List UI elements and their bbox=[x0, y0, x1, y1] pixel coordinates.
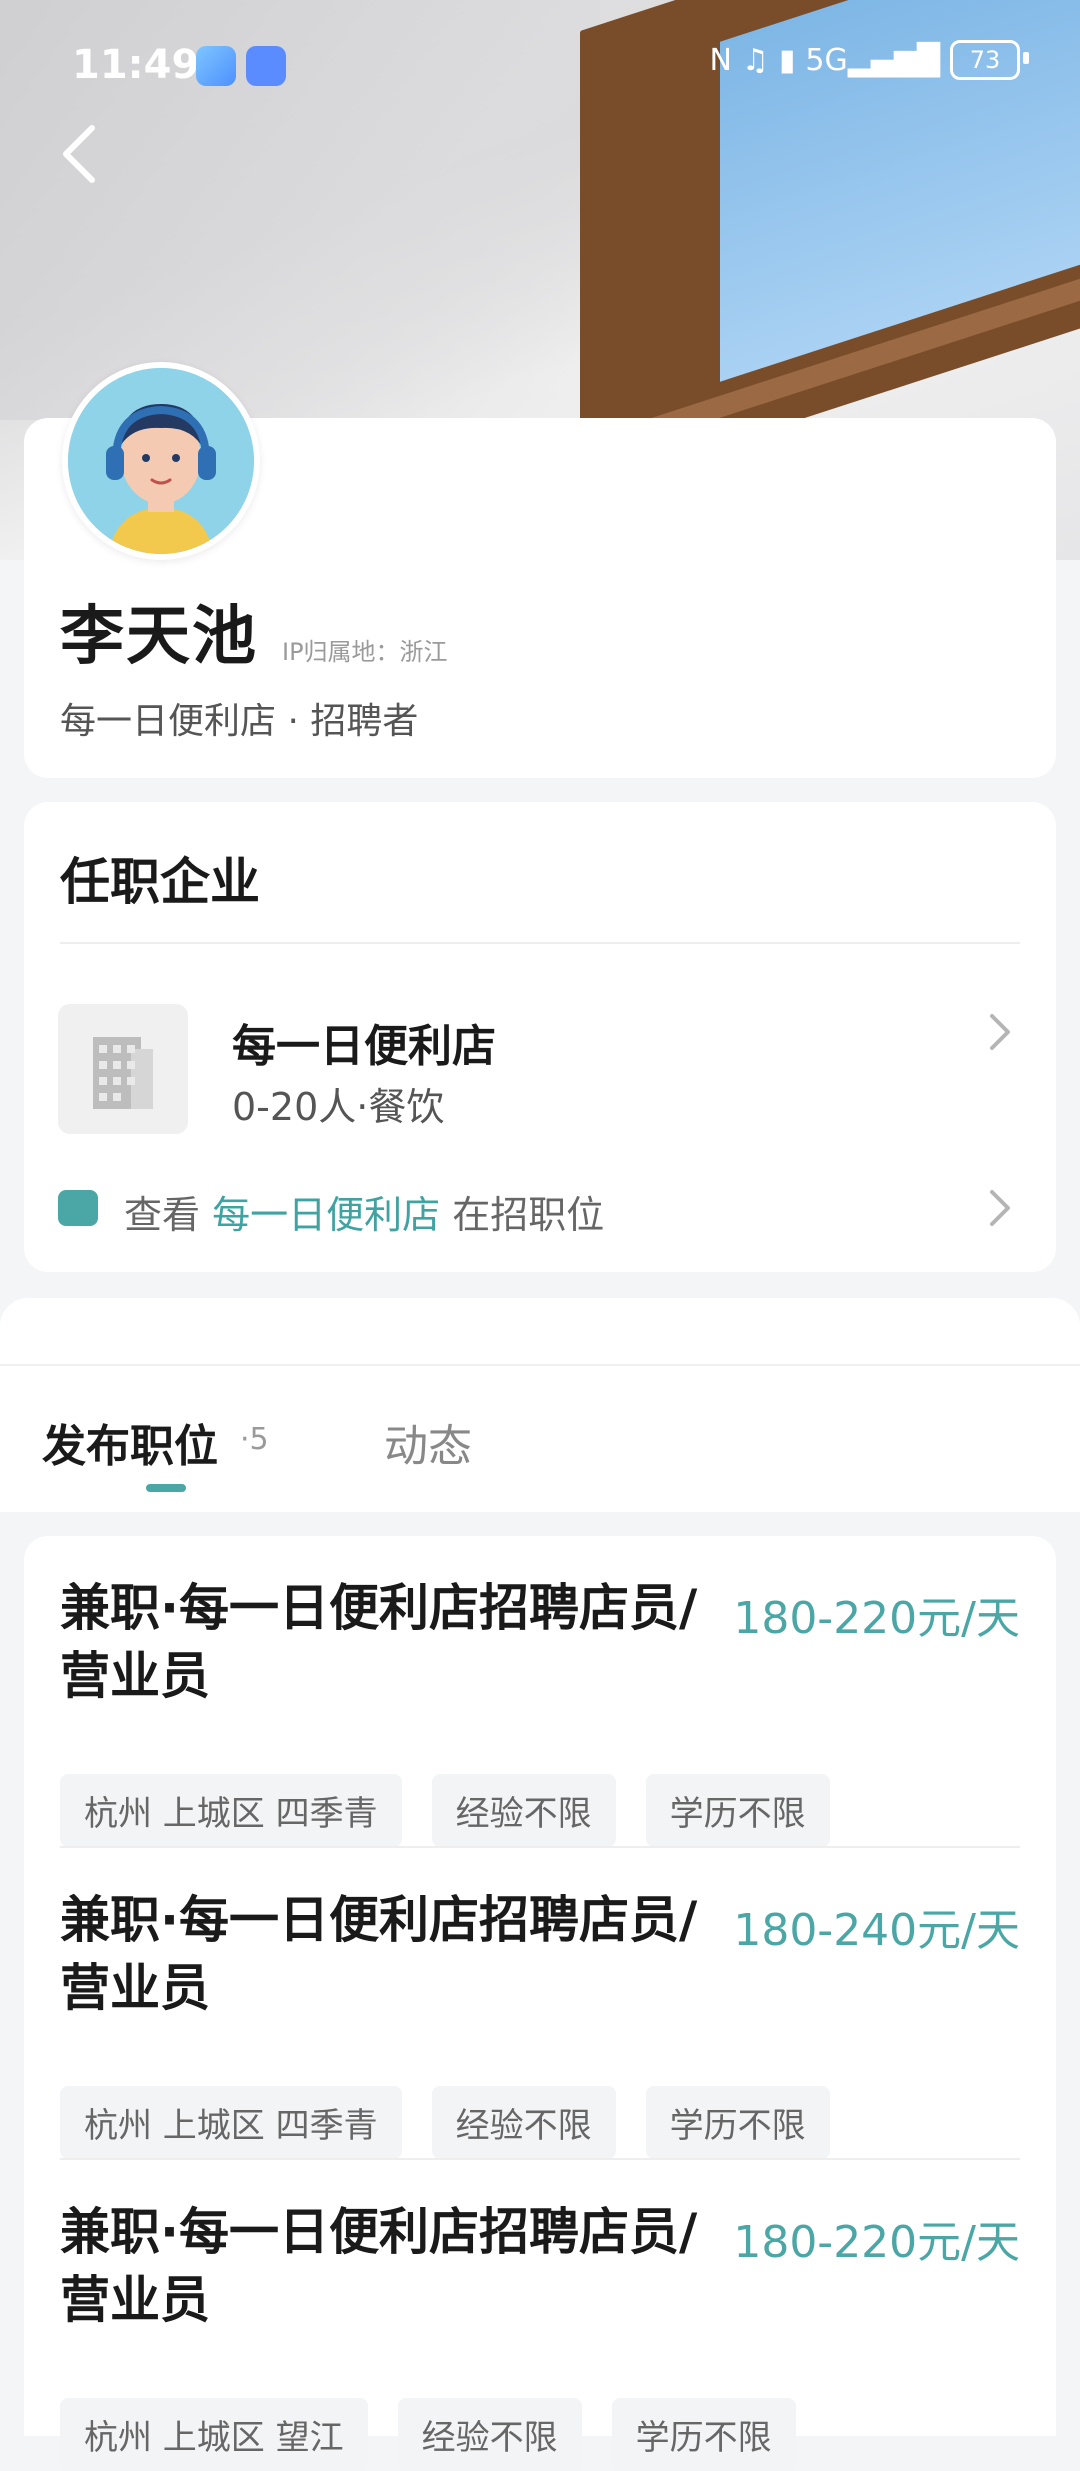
divider bbox=[60, 1846, 1020, 1848]
tab-posted-jobs-count: ·5 bbox=[240, 1422, 269, 1457]
avatar-illustration bbox=[68, 368, 254, 554]
system-icons: N ♫ ▮ 5G▂▄▆█ 73 bbox=[709, 40, 1029, 80]
company-logo bbox=[58, 1004, 188, 1134]
tab-indicator bbox=[146, 1484, 186, 1492]
chevron-right-icon bbox=[990, 1014, 1010, 1050]
job-item[interactable]: 兼职·每一日便利店招聘店员/营业员 180-240元/天 杭州 上城区 四季青 … bbox=[60, 1886, 1020, 2159]
back-arrow-icon[interactable] bbox=[60, 124, 100, 184]
job-tag-location: 杭州 上城区 四季青 bbox=[60, 2086, 402, 2159]
building-icon bbox=[93, 1037, 153, 1109]
notification-icons bbox=[196, 46, 286, 86]
view-company-highlight: 每一日便利店 bbox=[212, 1193, 441, 1237]
job-tag-education: 学历不限 bbox=[645, 2086, 830, 2159]
job-tag-location: 杭州 上城区 望江 bbox=[60, 2398, 368, 2471]
company-meta: 0-20人·餐饮 bbox=[232, 1085, 445, 1129]
job-tags: 杭州 上城区 四季青 经验不限 学历不限 bbox=[60, 1774, 830, 1847]
profile-name: 李天池 bbox=[60, 600, 258, 674]
divider bbox=[60, 942, 1020, 944]
job-title: 兼职·每一日便利店招聘店员/营业员 bbox=[60, 1579, 698, 1705]
weather-icon bbox=[196, 46, 236, 86]
tab-activity[interactable]: 动态 bbox=[384, 1410, 472, 1474]
chevron-right-icon bbox=[990, 1190, 1010, 1226]
job-title: 兼职·每一日便利店招聘店员/营业员 bbox=[60, 2203, 698, 2329]
tab-posted-jobs[interactable]: 发布职位 bbox=[42, 1410, 218, 1474]
divider bbox=[60, 2158, 1020, 2160]
job-salary: 180-220元/天 bbox=[733, 1593, 1020, 1644]
job-item[interactable]: 兼职·每一日便利店招聘店员/营业员 180-220元/天 杭州 上城区 四季青 … bbox=[60, 1574, 1020, 1847]
jobs-list: 兼职·每一日便利店招聘店员/营业员 180-220元/天 杭州 上城区 四季青 … bbox=[24, 1536, 1056, 2471]
job-salary: 180-220元/天 bbox=[733, 2217, 1020, 2268]
battery-icon: 73 bbox=[950, 40, 1029, 80]
job-tag-experience: 经验不限 bbox=[397, 2398, 582, 2471]
job-tag-location: 杭州 上城区 四季青 bbox=[60, 1774, 402, 1847]
briefcase-icon bbox=[58, 1190, 98, 1226]
job-title: 兼职·每一日便利店招聘店员/营业员 bbox=[60, 1891, 698, 2017]
job-tags: 杭州 上城区 四季青 经验不限 学历不限 bbox=[60, 2086, 830, 2159]
nfc-icon: N bbox=[709, 42, 732, 78]
job-item[interactable]: 兼职·每一日便利店招聘店员/营业员 180-220元/天 杭州 上城区 望江 经… bbox=[60, 2198, 1020, 2471]
ip-location: IP归属地：浙江 bbox=[282, 638, 448, 666]
signal-5g-icon: 5G▂▄▆█ bbox=[805, 42, 940, 78]
job-salary: 180-240元/天 bbox=[733, 1905, 1020, 1956]
profile-role: 每一日便利店 · 招聘者 bbox=[60, 701, 419, 742]
section-title-company: 任职企业 bbox=[60, 853, 260, 911]
company-name: 每一日便利店 bbox=[232, 1021, 496, 1072]
battery-small-icon: ▮ bbox=[778, 42, 796, 78]
view-prefix: 查看 bbox=[124, 1193, 201, 1237]
job-tags: 杭州 上城区 望江 经验不限 学历不限 bbox=[60, 2398, 796, 2471]
view-suffix: 在招职位 bbox=[452, 1193, 605, 1237]
job-tag-experience: 经验不限 bbox=[431, 2086, 616, 2159]
tabs-bar: 发布职位 ·5 动态 bbox=[0, 1298, 1080, 1512]
status-bar: 11:49 N ♫ ▮ 5G▂▄▆█ 73 bbox=[0, 0, 1080, 130]
status-time: 11:49 bbox=[72, 42, 200, 88]
message-icon bbox=[246, 46, 286, 86]
headphones-icon: ♫ bbox=[741, 42, 769, 78]
job-tag-education: 学历不限 bbox=[611, 2398, 796, 2471]
job-tag-education: 学历不限 bbox=[645, 1774, 830, 1847]
avatar[interactable] bbox=[62, 362, 260, 560]
divider bbox=[0, 1364, 1080, 1366]
view-jobs-text: 查看 每一日便利店 在招职位 bbox=[124, 1184, 604, 1239]
company-card: 任职企业 每一日便利店 0-20人·餐饮 查看 每一日便利店 在招职位 bbox=[24, 802, 1056, 1272]
job-tag-experience: 经验不限 bbox=[431, 1774, 616, 1847]
battery-level: 73 bbox=[969, 46, 1001, 74]
